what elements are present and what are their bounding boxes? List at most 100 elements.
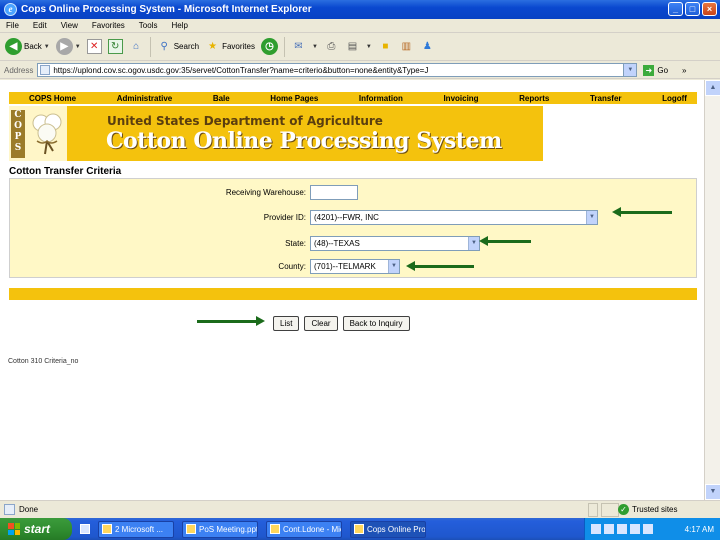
back-button[interactable]: ◀ Back ▼ xyxy=(5,38,50,55)
state-row: State: (48)--TEXAS ▼ xyxy=(10,236,696,252)
tray-icon[interactable] xyxy=(643,524,653,534)
security-zone[interactable]: ✓ Trusted sites xyxy=(618,504,678,515)
forward-button[interactable]: ▶ ▼ xyxy=(55,38,81,55)
favorites-label: Favorites xyxy=(222,42,255,51)
go-arrow-icon: ➜ xyxy=(643,64,655,76)
print-icon[interactable]: ⎙ xyxy=(324,39,339,54)
menu-bar: File Edit View Favorites Tools Help xyxy=(0,19,720,33)
nav-information[interactable]: Information xyxy=(359,94,403,103)
start-button[interactable]: start xyxy=(0,518,72,540)
menu-file[interactable]: File xyxy=(6,21,19,30)
status-panes xyxy=(588,503,619,517)
vertical-scrollbar[interactable]: ▲ ▼ xyxy=(704,80,720,500)
toolbar-separator xyxy=(149,36,151,57)
tray-icon[interactable] xyxy=(591,524,601,534)
window-title-bar[interactable]: e Cops Online Processing System - Micros… xyxy=(0,0,720,19)
nav-invoicing[interactable]: Invoicing xyxy=(443,94,478,103)
address-dropdown-icon[interactable]: ▼ xyxy=(623,64,637,76)
history-icon[interactable]: ◷ xyxy=(260,38,278,55)
stop-icon[interactable]: ✕ xyxy=(86,39,102,54)
lock-icon xyxy=(588,503,598,517)
dropdown-arrow-icon[interactable]: ▼ xyxy=(312,44,318,50)
links-chevron[interactable]: » xyxy=(682,66,686,75)
messenger-icon[interactable]: ♟ xyxy=(420,39,435,54)
minimize-button[interactable]: _ xyxy=(668,2,683,16)
search-button[interactable]: ⚲ Search xyxy=(157,39,200,54)
menu-tools[interactable]: Tools xyxy=(139,21,158,30)
dropdown-arrow-icon[interactable]: ▼ xyxy=(44,44,50,50)
state-select[interactable]: (48)--TEXAS ▼ xyxy=(310,236,480,251)
nav-transfer[interactable]: Transfer xyxy=(590,94,622,103)
maximize-button[interactable]: □ xyxy=(685,2,700,16)
task-cops-browser[interactable]: Cops Online Pro... xyxy=(350,520,426,538)
home-icon[interactable]: ⌂ xyxy=(129,39,144,54)
tray-icon[interactable] xyxy=(630,524,640,534)
cops-logo: C O P S xyxy=(9,106,67,161)
dropdown-arrow-icon[interactable]: ▼ xyxy=(75,44,81,50)
cops-banner: C O P S United States Department of Agri… xyxy=(9,106,543,161)
dropdown-arrow-icon[interactable]: ▼ xyxy=(366,44,372,50)
nav-cops-home[interactable]: COPS Home xyxy=(29,94,76,103)
task-document[interactable]: Cont.Ldone - Mic... xyxy=(266,520,342,538)
go-button[interactable]: ➜ Go xyxy=(643,64,668,76)
start-label: start xyxy=(24,522,51,536)
action-buttons: List Clear Back to Inquiry xyxy=(273,316,410,331)
address-label: Address xyxy=(4,65,34,75)
dropdown-arrow-icon[interactable]: ▼ xyxy=(468,237,479,250)
clear-button[interactable]: Clear xyxy=(304,316,338,331)
favorites-button[interactable]: ★ Favorites xyxy=(205,39,255,54)
logo-letter: P xyxy=(14,132,22,142)
warehouse-input[interactable] xyxy=(310,185,358,200)
status-pane xyxy=(601,503,619,517)
tray-icon[interactable] xyxy=(604,524,614,534)
list-button[interactable]: List xyxy=(273,316,300,331)
page-status-icon xyxy=(4,504,15,515)
cotton-boll-icon xyxy=(32,113,62,155)
criteria-panel: Receiving Warehouse: Provider ID: (4201)… xyxy=(9,178,697,278)
scroll-down-icon[interactable]: ▼ xyxy=(705,484,720,500)
task-powerpoint[interactable]: PoS Meeting.ppt xyxy=(182,520,258,538)
menu-favorites[interactable]: Favorites xyxy=(92,21,125,30)
state-value: (48)--TEXAS xyxy=(314,239,360,248)
provider-row: Provider ID: (4201)--FWR, INC ▼ xyxy=(10,210,696,226)
menu-edit[interactable]: Edit xyxy=(33,21,47,30)
forward-arrow-icon: ▶ xyxy=(55,38,73,55)
close-button[interactable]: × xyxy=(702,2,717,16)
quick-launch-icon[interactable] xyxy=(80,524,90,534)
tray-icon[interactable] xyxy=(617,524,627,534)
nav-logoff[interactable]: Logoff xyxy=(662,94,687,103)
nav-bale[interactable]: Bale xyxy=(213,94,230,103)
back-label: Back xyxy=(24,42,42,51)
folder-icon[interactable]: ■ xyxy=(378,39,393,54)
dropdown-arrow-icon[interactable]: ▼ xyxy=(586,211,597,224)
address-url: https://uplond.cov.sc.ogov.usdc.gov:35/s… xyxy=(53,65,429,75)
internet-explorer-icon: e xyxy=(4,3,17,16)
county-select[interactable]: (701)--TELMARK ▼ xyxy=(310,259,400,274)
state-label: State: xyxy=(285,239,306,248)
scroll-up-icon[interactable]: ▲ xyxy=(705,80,720,96)
county-value: (701)--TELMARK xyxy=(314,262,376,271)
star-icon: ★ xyxy=(208,41,218,52)
task-word[interactable]: 2 Microsoft ... xyxy=(98,520,174,538)
page-viewport: COPS Home Administrative Bale Home Pages… xyxy=(0,80,704,500)
county-label: County: xyxy=(278,262,306,271)
address-input[interactable]: https://uplond.cov.sc.ogov.usdc.gov:35/s… xyxy=(37,63,638,77)
edit-icon[interactable]: ▤ xyxy=(345,39,360,54)
search-icon: ⚲ xyxy=(160,41,168,52)
mail-icon[interactable]: ✉ xyxy=(291,39,306,54)
word-icon xyxy=(102,524,112,534)
provider-select[interactable]: (4201)--FWR, INC ▼ xyxy=(310,210,598,225)
menu-help[interactable]: Help xyxy=(171,21,187,30)
browser-toolbar: ◀ Back ▼ ▶ ▼ ✕ ↻ ⌂ ⚲ Search ★ Favorites … xyxy=(0,33,720,61)
refresh-icon[interactable]: ↻ xyxy=(107,39,123,54)
back-arrow-icon: ◀ xyxy=(5,38,22,55)
nav-reports[interactable]: Reports xyxy=(519,94,549,103)
dropdown-arrow-icon[interactable]: ▼ xyxy=(388,260,399,273)
research-icon[interactable]: ▥ xyxy=(399,39,414,54)
menu-view[interactable]: View xyxy=(61,21,78,30)
nav-home-pages[interactable]: Home Pages xyxy=(270,94,318,103)
back-to-inquiry-button[interactable]: Back to Inquiry xyxy=(342,316,410,331)
logo-letter: S xyxy=(14,143,22,153)
annotation-arrow-county xyxy=(406,261,474,271)
nav-administrative[interactable]: Administrative xyxy=(117,94,173,103)
